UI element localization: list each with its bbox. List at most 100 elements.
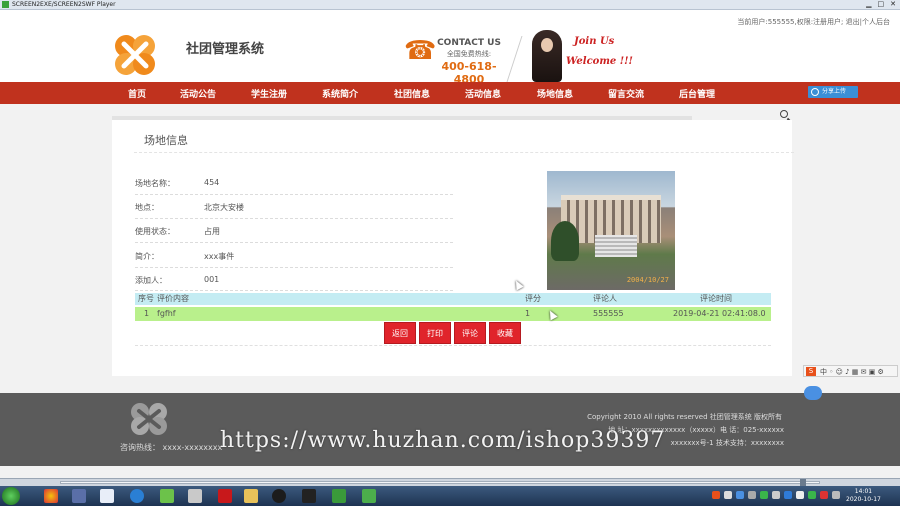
browser-icon[interactable] [130, 489, 144, 503]
watermark-text: https://www.huzhan.com/ishop39397 [220, 428, 666, 453]
app-icon-viewer[interactable] [100, 489, 114, 503]
back-button[interactable]: 返回 [384, 322, 416, 344]
tray-icon[interactable] [772, 491, 780, 499]
taskbar: 14:01 2020-10-17 [0, 486, 900, 506]
app-icon-player[interactable] [362, 489, 376, 503]
row-no: 1 [144, 309, 150, 318]
venue-photo: 2004/10/27 [547, 171, 675, 290]
app-icon [2, 1, 9, 8]
nav-item-messages[interactable]: 留言交流 [608, 87, 644, 100]
qq-icon[interactable] [272, 489, 286, 503]
venue-detail-panel: 场地信息 场地名称： 454 地点： 北京大安楼 使用状态： 占用 简介： xx… [112, 116, 794, 376]
nav-item-home[interactable]: 首页 [128, 87, 146, 100]
field-label-status: 使用状态： [135, 227, 175, 236]
print-button[interactable]: 打印 [419, 322, 451, 344]
page-title: 场地信息 [144, 134, 188, 147]
clock-date: 2020-10-17 [846, 496, 881, 503]
chrome-icon[interactable] [44, 489, 58, 503]
app-icon-media[interactable] [72, 489, 86, 503]
field-divider [135, 290, 453, 291]
nav-item-activities[interactable]: 活动信息 [465, 87, 501, 100]
folder-icon[interactable] [244, 489, 258, 503]
nav-item-register[interactable]: 学生注册 [251, 87, 287, 100]
footer-copyright: Copyright 2010 All rights reserved 社团管理系… [587, 413, 782, 421]
favorite-button[interactable]: 收藏 [489, 322, 521, 344]
nav-item-admin[interactable]: 后台管理 [679, 87, 715, 100]
close-icon[interactable]: ✕ [890, 0, 896, 9]
field-value-status: 占用 [204, 227, 220, 236]
header-time: 评论时间 [700, 294, 732, 303]
field-label-name: 场地名称： [135, 179, 175, 188]
site-logo-icon [115, 35, 155, 75]
ime-speed-badge [804, 386, 822, 400]
join-text: Join Us [574, 36, 615, 47]
ime-toolbar[interactable]: S 中 ◦ ☺ ♪ ▦ ✉ ▣ ⚙ [803, 365, 898, 377]
field-divider [135, 242, 453, 243]
field-value-location: 北京大安楼 [204, 203, 244, 212]
wechat-icon[interactable] [332, 489, 346, 503]
footer-logo-icon [131, 403, 167, 435]
field-value-intro: xxx事件 [204, 252, 235, 261]
nav-item-clubs[interactable]: 社团信息 [394, 87, 430, 100]
system-tray [712, 491, 840, 499]
window-title: SCREEN2EXE/SCREEN2SWF Player [12, 1, 116, 8]
table-row: 1 fgfhf 1 555555 2019-04-21 02:41:08.0 [135, 307, 771, 321]
app-icon-dark[interactable] [302, 489, 316, 503]
field-label-location: 地点： [135, 203, 159, 212]
app-icon-green[interactable] [160, 489, 174, 503]
progress-track[interactable] [60, 481, 820, 484]
contact-block: CONTACT US 全国免费热线: 400-618-4800 [436, 38, 502, 86]
progress-thumb[interactable] [800, 479, 806, 486]
welcome-text: Welcome !!! [566, 56, 633, 67]
nav-item-venues[interactable]: 场地信息 [537, 87, 573, 100]
tray-icon[interactable] [724, 491, 732, 499]
review-button[interactable]: 评论 [454, 322, 486, 344]
nav-item-announcements[interactable]: 活动公告 [180, 87, 216, 100]
flash-icon[interactable] [218, 489, 232, 503]
nav-item-about[interactable]: 系统简介 [322, 87, 358, 100]
tray-icon[interactable] [808, 491, 816, 499]
reviews-header-row: 序号 评价内容 评分 评论人 评论时间 [135, 293, 771, 305]
system-clock[interactable]: 14:01 2020-10-17 [846, 488, 881, 504]
photo-tree [551, 221, 579, 261]
content-top-bar [112, 116, 692, 120]
tray-icon[interactable] [760, 491, 768, 499]
tray-icon[interactable] [796, 491, 804, 499]
contact-subtitle: 全国免费热线: [446, 50, 492, 58]
tray-icon[interactable] [736, 491, 744, 499]
field-divider [135, 194, 453, 195]
app-icon-notepad[interactable] [188, 489, 202, 503]
header-reviewer: 评论人 [593, 294, 617, 303]
window-titlebar: SCREEN2EXE/SCREEN2SWF Player ▁ □ ✕ [0, 0, 900, 10]
minimize-icon[interactable]: ▁ [866, 0, 871, 9]
site-name: 社团管理系统 [186, 42, 265, 57]
field-divider [135, 218, 453, 219]
tray-icon[interactable] [748, 491, 756, 499]
tray-icon[interactable] [820, 491, 828, 499]
welcome-person-image [532, 30, 562, 82]
ime-mode-icon[interactable]: 中 ◦ ☺ ♪ ▦ ✉ ▣ ⚙ [820, 367, 884, 377]
footer-icp: xxxxxxx号-1 技术支持：xxxxxxxx [670, 439, 784, 447]
tray-ime-icon[interactable] [712, 491, 720, 499]
maximize-icon[interactable]: □ [878, 0, 885, 9]
title-divider [134, 152, 794, 153]
tray-icon[interactable] [784, 491, 792, 499]
phone-icon: ☎ [404, 36, 437, 66]
row-reviewer: 555555 [593, 309, 624, 318]
player-progress-bar[interactable] [0, 478, 900, 486]
search-icon[interactable] [780, 110, 788, 118]
header-content: 评价内容 [157, 294, 189, 303]
field-value-creator: 001 [204, 275, 220, 284]
field-label-creator: 添加人： [135, 276, 167, 285]
start-button-icon[interactable] [2, 487, 20, 505]
share-button[interactable]: 分享上传 [808, 86, 858, 98]
footer-hotline: 咨询热线： xxxx-xxxxxxxx [120, 443, 223, 452]
field-value-name: 454 [204, 178, 220, 187]
bottom-divider [135, 345, 771, 346]
contact-title: CONTACT US [437, 38, 501, 48]
header-no: 序号 [138, 294, 154, 303]
clock-time: 14:01 [854, 488, 873, 495]
user-info[interactable]: 当前用户:555555,权限:注册用户; 退出|个人后台 [737, 17, 890, 27]
header-divider [506, 36, 523, 82]
volume-icon[interactable] [832, 491, 840, 499]
